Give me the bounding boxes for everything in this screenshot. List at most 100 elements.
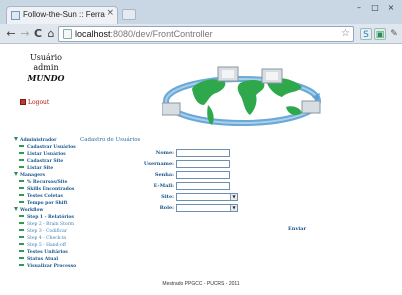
menu-item-listar-site[interactable]: Listar Site [14, 165, 94, 172]
browser-chrome: Follow-the-Sun :: Ferramen × – □ × ← → C… [0, 0, 402, 44]
menu-item-recursos-site[interactable]: % Recursos/Site [14, 179, 94, 186]
expand-triangle-icon [14, 207, 18, 211]
bullet-icon [19, 194, 24, 196]
server-box [161, 102, 181, 116]
logout-label: Logout [28, 99, 50, 106]
nome-row: Nome: [130, 149, 242, 157]
user-label: Usuário [30, 53, 62, 62]
menu-item-step-2[interactable]: Step 2 - Brain Storm [14, 221, 94, 228]
reload-icon[interactable]: C [31, 27, 45, 41]
expand-triangle-icon [14, 137, 18, 141]
back-icon[interactable]: ← [4, 27, 18, 41]
bullet-icon [19, 145, 24, 147]
role-row: Role: ▼ [130, 204, 242, 212]
server-screen [266, 72, 278, 80]
email-row: E-Mail: [130, 182, 242, 190]
logout-link[interactable]: Logout [20, 99, 49, 106]
menu-item-skills-encontrados[interactable]: Skills Encontrados [14, 186, 94, 193]
menu-section-workflow[interactable]: Workflow [14, 207, 94, 214]
menu-section-managers[interactable]: Managers [14, 172, 94, 179]
username-field[interactable] [176, 160, 230, 168]
site-select[interactable]: ▼ [176, 193, 238, 201]
forward-icon[interactable]: → [18, 27, 32, 41]
form-title: Cadastro de Usuários [80, 137, 141, 143]
tab-bar: Follow-the-Sun :: Ferramen × – □ × [0, 0, 402, 24]
user-login: admin [33, 63, 59, 72]
home-icon[interactable]: ⌂ [44, 27, 58, 41]
menu-item-step-5[interactable]: Step 5 - Hand-off [14, 242, 94, 249]
logout-icon [20, 99, 26, 105]
expand-triangle-icon [14, 172, 18, 176]
senha-row: Senha: [130, 171, 242, 179]
username-row: Username: [130, 160, 242, 168]
server-box [301, 100, 321, 114]
browser-toolbar: ← → C ⌂ localhost:8080/dev/FrontControll… [0, 24, 402, 44]
server-screen [222, 70, 234, 78]
menu-item-listar-usuarios[interactable]: Listar Usuários [14, 151, 94, 158]
menu-item-cadastrar-usuarios[interactable]: Cadastrar Usuários [14, 144, 94, 151]
land-mass [286, 106, 302, 115]
page-favicon-icon [11, 11, 20, 20]
world-map-icon [161, 66, 321, 126]
menu-item-testes-unitarios[interactable]: Testes Unitários [14, 249, 94, 256]
chevron-down-icon: ▼ [230, 205, 237, 211]
bullet-icon [19, 236, 24, 238]
url-text: localhost:8080/dev/FrontController [75, 29, 213, 39]
site-row: Site: ▼ [130, 193, 242, 201]
address-bar[interactable]: localhost:8080/dev/FrontController ☆ [58, 26, 354, 42]
menu-item-visualizar-processo[interactable]: Visualizar Processo [14, 263, 94, 270]
user-name: MUNDO [27, 73, 65, 83]
bullet-icon [19, 250, 24, 252]
bullet-icon [19, 264, 24, 266]
wrench-icon[interactable]: ✎ [388, 28, 400, 40]
menu-item-step-4[interactable]: Step 4 - Check-in [14, 235, 94, 242]
menu-item-step-3[interactable]: Step 3 - Codificar [14, 228, 94, 235]
role-label: Role: [159, 205, 174, 211]
bookmark-star-icon[interactable]: ☆ [341, 27, 350, 41]
sidebar-menu: Administrador Cadastrar Usuários Listar … [14, 137, 94, 270]
username-label: Username: [143, 161, 174, 167]
role-select[interactable]: ▼ [176, 204, 238, 212]
window-controls: – □ × [352, 2, 398, 13]
browser-tab[interactable]: Follow-the-Sun :: Ferramen × [6, 6, 118, 24]
globe-banner [161, 61, 324, 131]
bullet-icon [19, 187, 24, 189]
new-tab-button[interactable] [122, 9, 136, 20]
maximize-button[interactable]: □ [368, 2, 382, 13]
extension-icon[interactable]: S [360, 28, 372, 40]
minimize-button[interactable]: – [352, 2, 366, 13]
close-tab-icon[interactable]: × [106, 8, 114, 18]
close-window-button[interactable]: × [384, 2, 398, 13]
submit-button[interactable]: Enviar [288, 226, 306, 232]
bullet-icon [19, 201, 24, 203]
page-content: Usuário admin MUNDO Logout Administrador… [0, 45, 402, 295]
user-info: Usuário admin MUNDO [6, 53, 86, 83]
menu-item-tempo-por-shift[interactable]: Tempo por Shift [14, 200, 94, 207]
extension-green-icon[interactable]: ▣ [374, 28, 386, 40]
nome-field[interactable] [176, 149, 230, 157]
footer-text: Mestrado PPGCC - PUCRS - 2011 [162, 281, 240, 287]
bullet-icon [19, 152, 24, 154]
menu-item-status-atual[interactable]: Status Atual [14, 256, 94, 263]
nome-label: Nome: [155, 150, 174, 156]
bullet-icon [19, 180, 24, 182]
bullet-icon [19, 257, 24, 259]
bullet-icon [19, 243, 24, 245]
bullet-icon [19, 166, 24, 168]
senha-label: Senha: [154, 172, 174, 178]
senha-field[interactable] [176, 171, 230, 179]
tab-title: Follow-the-Sun :: Ferramen [23, 10, 105, 19]
menu-item-testes-coletas[interactable]: Testes Coletas [14, 193, 94, 200]
bullet-icon [19, 159, 24, 161]
bullet-icon [19, 222, 24, 224]
chevron-down-icon: ▼ [230, 194, 237, 200]
menu-item-step-1[interactable]: Step 1 - Relatórios [14, 214, 94, 221]
land-mass [237, 80, 265, 115]
bullet-icon [19, 229, 24, 231]
menu-item-cadastrar-site[interactable]: Cadastrar Site [14, 158, 94, 165]
bullet-icon [19, 215, 24, 217]
email-label: E-Mail: [153, 183, 174, 189]
page-icon [63, 29, 72, 39]
site-label: Site: [161, 194, 174, 200]
email-field[interactable] [176, 182, 230, 190]
